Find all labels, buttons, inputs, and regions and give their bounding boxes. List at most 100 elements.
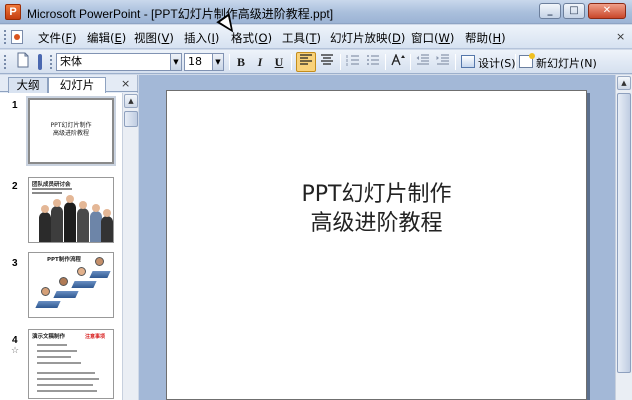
process-step-shape — [71, 281, 97, 288]
thumb-highlight: 注意事项 — [85, 334, 106, 340]
thumb-line — [37, 390, 97, 392]
align-left-button[interactable] — [296, 52, 316, 72]
bold-button[interactable]: B — [233, 52, 249, 72]
close-pane-button[interactable]: × — [121, 77, 130, 90]
toolbar-divider — [291, 54, 292, 70]
font-name-select[interactable]: 宋体 ▼ — [56, 53, 182, 71]
toolbar-divider — [410, 54, 411, 70]
thumb-line — [37, 344, 67, 346]
slide-number: 1 — [12, 100, 18, 111]
slide-editing-area: PPT幻灯片制作 高级进阶教程 — [139, 75, 615, 400]
process-step-shape — [53, 291, 79, 298]
thumb-heading: 团队成员研讨会 — [32, 182, 71, 188]
chevron-down-icon[interactable]: ▼ — [170, 54, 181, 70]
slide-thumbnail-3[interactable]: PPT制作流程 — [28, 252, 114, 318]
toolbar-grip-2-icon[interactable] — [49, 54, 53, 70]
menu-grip-icon[interactable] — [3, 29, 7, 45]
toolbar-options-icon[interactable] — [38, 54, 42, 70]
menu-format[interactable]: 格式(O) — [231, 30, 272, 46]
process-step-shape — [35, 301, 61, 308]
person-image — [39, 205, 51, 242]
thumb-line — [37, 384, 93, 386]
menu-tools[interactable]: 工具(T) — [282, 30, 321, 46]
italic-button[interactable]: I — [252, 52, 268, 72]
align-center-button[interactable] — [318, 52, 336, 72]
menu-edit[interactable]: 编辑(E) — [87, 30, 126, 46]
maximize-button[interactable]: □ — [563, 3, 585, 19]
menu-window[interactable]: 窗口(W) — [411, 30, 454, 46]
thumb-line — [37, 350, 77, 352]
thumb-heading: PPT制作流程 — [47, 257, 81, 263]
design-button[interactable]: 设计(S) — [478, 55, 516, 71]
thumb-line — [37, 362, 81, 364]
document-menu-icon[interactable] — [11, 30, 23, 44]
bullet-list-icon[interactable] — [364, 52, 382, 72]
slide-number: 2 — [12, 181, 18, 192]
process-step-shape — [89, 271, 111, 278]
new-slide-icon[interactable] — [519, 53, 535, 68]
slide-title[interactable]: PPT幻灯片制作 高级进阶教程 — [167, 180, 586, 238]
slide-title-line-2: 高级进阶教程 — [310, 211, 443, 236]
current-slide[interactable]: PPT幻灯片制作 高级进阶教程 — [166, 90, 587, 400]
window-title: Microsoft PowerPoint - [PPT幻灯片制作高级进阶教程.p… — [27, 7, 334, 21]
toolbar-grip-icon[interactable] — [3, 54, 7, 70]
thumb-line — [37, 378, 99, 380]
toolbar-divider — [340, 54, 341, 70]
slide-title-line-1: PPT幻灯片制作 — [301, 182, 452, 207]
toolbar-divider — [515, 54, 516, 70]
powerpoint-app-icon[interactable]: P — [5, 4, 21, 20]
toolbar-divider — [229, 54, 230, 70]
menu-view[interactable]: 视图(V) — [134, 30, 174, 46]
scroll-up-icon[interactable]: ▲ — [617, 76, 631, 90]
numbered-list-icon[interactable] — [344, 52, 362, 72]
design-icon[interactable] — [461, 55, 475, 68]
scroll-thumb[interactable] — [124, 111, 138, 127]
slides-pane: 大纲 幻灯片 × 1 PPT幻灯片制作 高级进阶教程 2 团队成员研讨会 3 P… — [0, 75, 138, 400]
avatar — [77, 267, 86, 276]
slide-thumbnail-4[interactable]: 演示文稿制作 注意事项 — [28, 329, 114, 399]
close-button[interactable]: ✕ — [588, 3, 626, 19]
slide-thumbnail-1[interactable]: PPT幻灯片制作 高级进阶教程 — [26, 96, 116, 166]
menu-help[interactable]: 帮助(H) — [465, 30, 506, 46]
scroll-up-icon[interactable]: ▲ — [124, 94, 138, 108]
thumb-heading: 演示文稿制作 — [32, 334, 66, 340]
thumbnails-scrollbar[interactable]: ▲ — [122, 93, 138, 400]
thumb-line — [37, 372, 95, 374]
chevron-down-icon[interactable]: ▼ — [212, 54, 223, 70]
menu-file[interactable]: 文件(F) — [38, 30, 77, 46]
menu-insert[interactable]: 插入(I) — [184, 30, 219, 46]
increase-font-icon[interactable] — [389, 52, 407, 72]
slide-number: 4 — [12, 335, 18, 346]
tab-slides[interactable]: 幻灯片 — [48, 77, 106, 93]
scroll-thumb[interactable] — [617, 93, 631, 373]
new-slide-button[interactable]: 新幻灯片(N) — [536, 55, 597, 71]
menu-slideshow[interactable]: 幻灯片放映(D) — [330, 30, 405, 46]
person-image — [101, 209, 113, 242]
increase-indent-icon[interactable] — [434, 52, 452, 72]
font-size-select[interactable]: 18 ▼ — [184, 53, 224, 71]
underline-button[interactable]: U — [271, 52, 287, 72]
tab-outline[interactable]: 大纲 — [8, 77, 48, 93]
person-image — [51, 199, 63, 242]
thumb-subline — [32, 192, 62, 194]
toolbar-divider — [385, 54, 386, 70]
slide-scrollbar[interactable]: ▲ — [615, 75, 632, 400]
thumb-title-line: 高级进阶教程 — [52, 130, 89, 137]
avatar — [41, 287, 50, 296]
thumb-title-line: PPT幻灯片制作 — [50, 122, 92, 129]
decrease-indent-icon[interactable] — [414, 52, 432, 72]
menu-bar: 文件(F) 编辑(E) 视图(V) 插入(I) 格式(O) 工具(T) 幻灯片放… — [0, 25, 632, 49]
person-image — [77, 201, 89, 242]
slide-thumbnail-2[interactable]: 团队成员研讨会 — [28, 177, 114, 243]
slide-number: 3 — [12, 258, 18, 269]
person-image — [64, 195, 76, 242]
avatar — [95, 257, 104, 266]
pane-tabs: 大纲 幻灯片 × — [0, 75, 138, 93]
close-document-button[interactable]: × — [616, 30, 625, 43]
new-document-icon[interactable] — [14, 52, 32, 72]
thumb-subline — [32, 188, 72, 190]
animation-star-icon: ☆ — [11, 346, 20, 356]
formatting-toolbar: 宋体 ▼ 18 ▼ B I U 设计(S) 新幻灯片(N) — [0, 50, 632, 74]
minimize-button[interactable]: _ — [539, 3, 561, 19]
toolbar-divider — [455, 54, 456, 70]
